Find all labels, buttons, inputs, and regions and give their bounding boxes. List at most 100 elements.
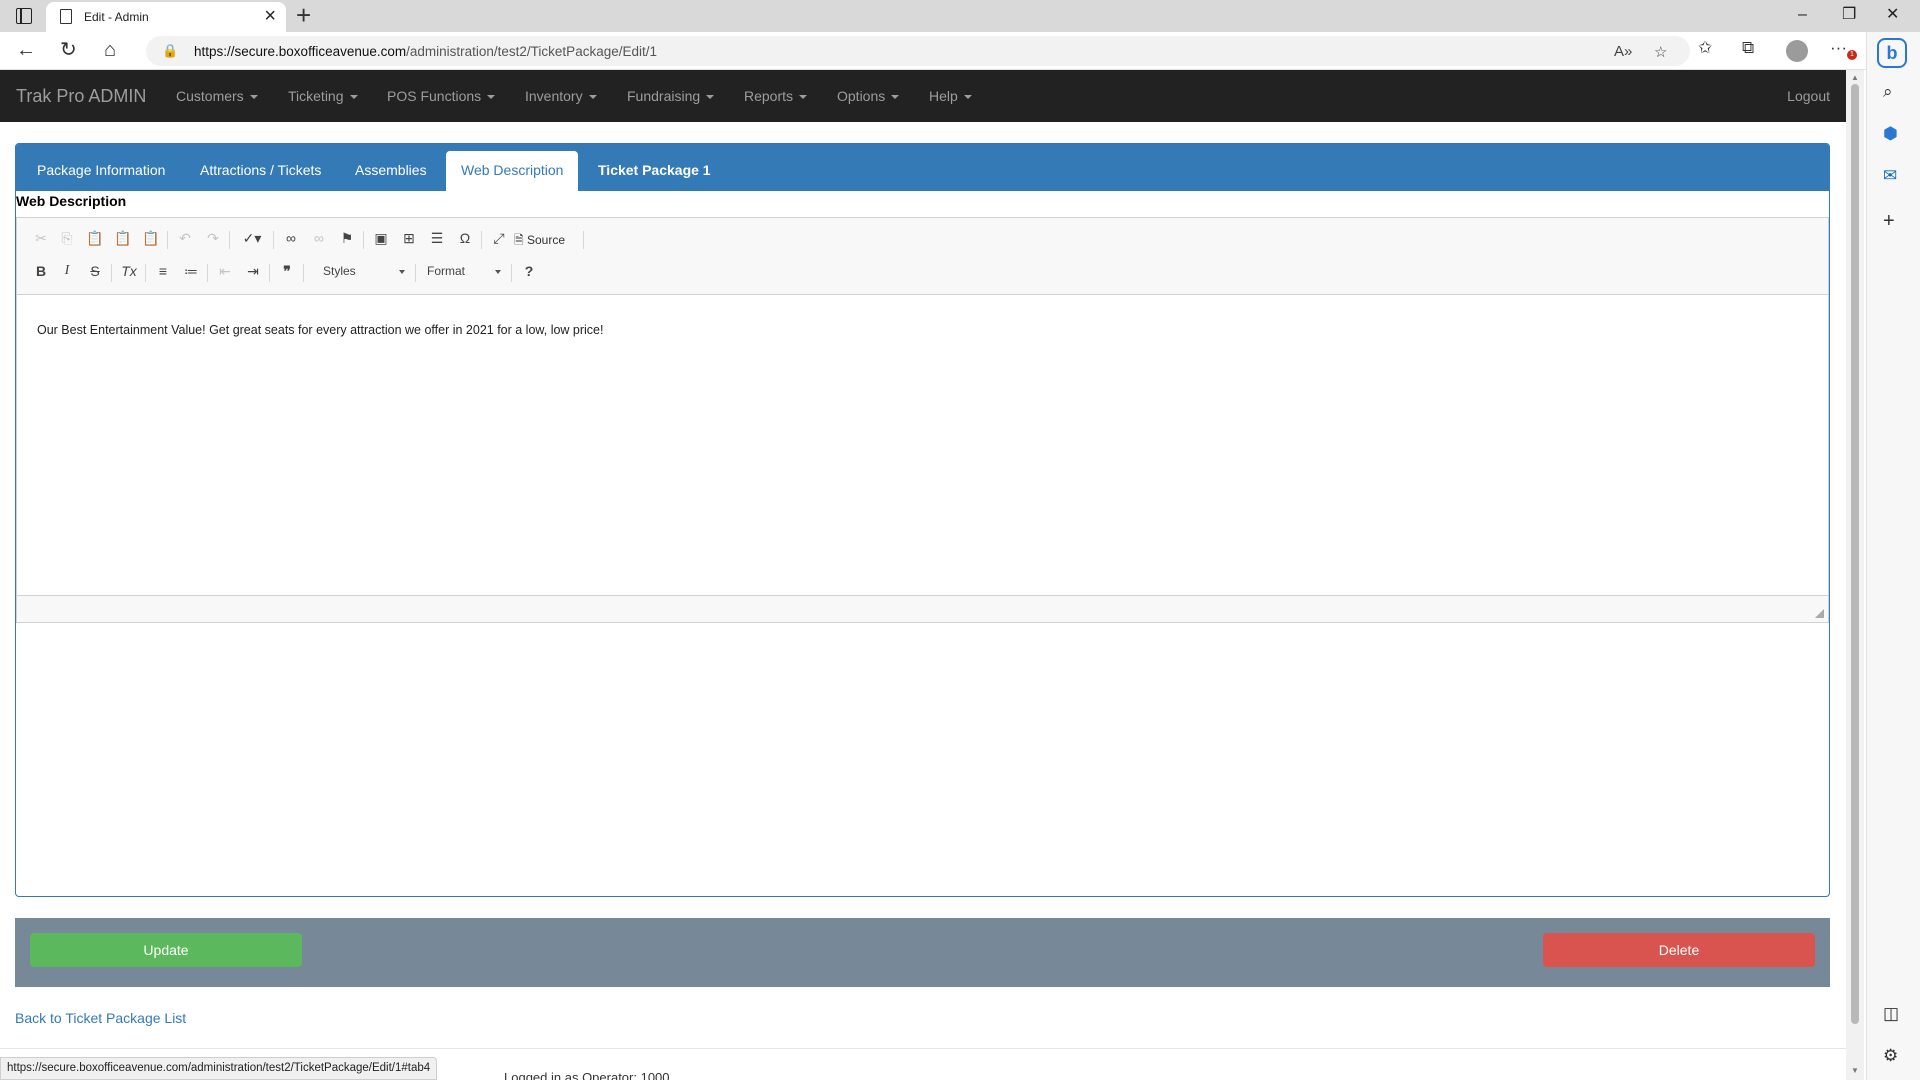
remove-format-icon[interactable]: Tx [119,263,139,279]
redo-icon[interactable]: ↷ [203,230,223,247]
more-options-icon[interactable]: ··· [1830,38,1847,58]
browser-tab[interactable]: Edit - Admin × [46,2,286,32]
bulleted-list-icon[interactable]: ≔ [181,263,201,280]
rich-text-editor[interactable]: ✂ ⎘ 📋 📋 📋 ↶ ↷ ✓▾ ∞ ∞ ⚑ ▣ ⊞ ☰ Ω ⤢ 🗎 Sourc… [16,217,1829,623]
caret-down-icon [963,95,972,100]
help-icon[interactable]: ? [519,263,539,279]
source-button[interactable]: 🗎 Source [514,231,565,252]
outlook-icon[interactable]: ✉ [1883,166,1897,186]
restore-icon[interactable]: ❐ [1842,4,1856,26]
settings-gear-icon[interactable]: ⚙ [1883,1046,1898,1066]
editor-toolbar: ✂ ⎘ 📋 📋 📋 ↶ ↷ ✓▾ ∞ ∞ ⚑ ▣ ⊞ ☰ Ω ⤢ 🗎 Sourc… [17,218,1828,295]
logout-link[interactable]: Logout [1787,88,1830,104]
paste-icon[interactable]: 📋 [85,230,105,247]
editor-content[interactable]: Our Best Entertainment Value! Get great … [37,323,604,337]
caret-down-icon [249,95,258,100]
search-icon[interactable]: ⌕ [1883,82,1893,102]
toolbar-separator [167,231,168,249]
close-tab-icon[interactable]: × [264,6,276,26]
collections-icon[interactable]: ⧉ [1742,38,1754,58]
copy-icon[interactable]: ⎘ [57,230,77,247]
sidebar-layout-icon[interactable]: ◫ [1883,1004,1899,1024]
browser-sidebar [1866,32,1920,1080]
bold-icon[interactable]: B [31,263,51,279]
footer-divider [0,1048,1846,1049]
add-sidebar-app-icon[interactable]: + [1883,210,1895,233]
bing-chat-icon[interactable]: b [1877,38,1907,68]
table-icon[interactable]: ⊞ [399,230,419,247]
url-input[interactable]: 🔒 https://secure.boxofficeavenue.com/adm… [146,36,1690,66]
tab-assemblies[interactable]: Assemblies [355,162,427,178]
toolbar-separator [111,264,112,282]
numbered-list-icon[interactable]: ≡ [153,263,173,279]
paste-word-icon[interactable]: 📋 [141,230,161,247]
read-aloud-icon[interactable]: A» [1614,43,1632,60]
link-status-bubble: https://secure.boxofficeavenue.com/admin… [0,1057,438,1080]
nav-customers[interactable]: Customers [176,88,258,104]
anchor-icon[interactable]: ⚑ [337,230,357,247]
spellcheck-icon[interactable]: ✓▾ [237,230,267,247]
tab-actions-icon[interactable] [16,8,32,24]
tab-web-description[interactable]: Web Description [446,151,579,191]
tab-ticket-package-1[interactable]: Ticket Package 1 [598,162,711,178]
browser-tab-title: Edit - Admin [84,10,149,24]
url-text: https://secure.boxofficeavenue.com/admin… [194,44,657,59]
delete-button[interactable]: Delete [1543,933,1815,967]
app-brand[interactable]: Trak Pro ADMIN [16,86,146,107]
nav-options[interactable]: Options [837,88,900,104]
scroll-down-icon[interactable]: ▼ [1851,1066,1859,1075]
office-icon[interactable]: ⬢ [1883,124,1898,144]
action-bar: Update Delete [15,918,1830,987]
chevron-down-icon [495,270,501,274]
scrollbar-thumb[interactable] [1851,84,1859,1024]
close-window-icon[interactable]: ✕ [1886,4,1899,26]
back-icon[interactable]: ← [16,38,36,62]
lock-icon[interactable]: 🔒 [162,43,178,59]
undo-icon[interactable]: ↶ [175,230,195,247]
decrease-indent-icon[interactable]: ⇤ [215,263,235,280]
blockquote-icon[interactable]: ❞ [277,263,297,280]
tab-package-information[interactable]: Package Information [37,162,165,178]
strikethrough-icon[interactable]: S [85,263,105,279]
new-tab-icon[interactable]: + [296,1,311,29]
address-bar-row: ← ↻ ⌂ 🔒 https://secure.boxofficeavenue.c… [0,32,1920,70]
caret-down-icon [588,95,597,100]
styles-dropdown[interactable]: Styles [315,262,411,282]
image-icon[interactable]: ▣ [371,230,391,247]
page-icon [60,9,72,24]
link-icon[interactable]: ∞ [281,230,301,246]
toolbar-separator [363,231,364,249]
minimize-icon[interactable]: – [1798,4,1807,26]
notification-badge: 1 [1847,50,1857,60]
resize-handle-icon[interactable] [1815,609,1824,618]
tab-attractions-tickets[interactable]: Attractions / Tickets [200,162,321,178]
format-dropdown[interactable]: Format [419,262,507,282]
refresh-icon[interactable]: ↻ [60,38,77,62]
nav-help[interactable]: Help [929,88,972,104]
home-icon[interactable]: ⌂ [104,38,116,62]
nav-reports[interactable]: Reports [744,88,808,104]
page-scrollbar[interactable]: ▲ ▼ [1846,70,1864,1080]
profile-avatar[interactable] [1786,40,1808,62]
nav-fundraising[interactable]: Fundraising [627,88,715,104]
toolbar-separator [415,264,416,282]
paste-text-icon[interactable]: 📋 [113,230,133,247]
toolbar-separator [273,231,274,249]
nav-pos-functions[interactable]: POS Functions [387,88,496,104]
increase-indent-icon[interactable]: ⇥ [243,263,263,280]
horizontal-line-icon[interactable]: ☰ [427,230,447,247]
maximize-icon[interactable]: ⤢ [489,230,509,247]
back-to-list-link[interactable]: Back to Ticket Package List [15,1010,186,1026]
scroll-up-icon[interactable]: ▲ [1851,73,1859,82]
toolbar-separator [481,231,482,249]
add-favorite-icon[interactable]: ☆ [1654,43,1667,61]
favorites-icon[interactable]: ✩ [1698,38,1712,58]
special-character-icon[interactable]: Ω [455,230,475,246]
nav-ticketing[interactable]: Ticketing [288,88,358,104]
nav-inventory[interactable]: Inventory [525,88,597,104]
update-button[interactable]: Update [30,933,302,967]
cut-icon[interactable]: ✂ [31,230,51,247]
caret-down-icon [706,95,715,100]
unlink-icon[interactable]: ∞ [309,230,329,246]
italic-icon[interactable]: I [57,263,77,279]
